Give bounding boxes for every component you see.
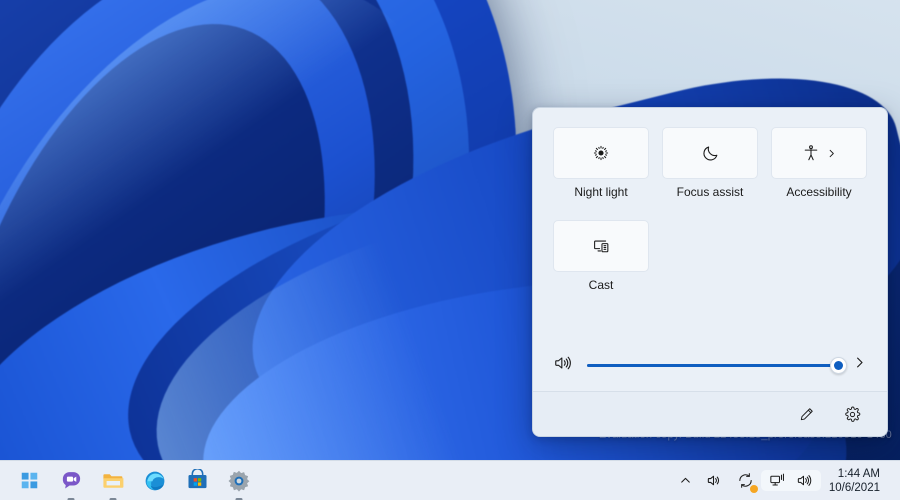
volume-slider[interactable]: [587, 356, 847, 374]
file-explorer-button[interactable]: [100, 468, 126, 500]
accessibility-tile[interactable]: [771, 127, 867, 179]
taskbar-clock[interactable]: 1:44 AM 10/6/2021: [821, 467, 890, 495]
settings-button[interactable]: [226, 468, 252, 500]
gear-icon[interactable]: [839, 401, 865, 427]
volume-row: [533, 339, 887, 391]
tile-cell-cast: Cast: [553, 220, 649, 293]
hidden-volume-icon[interactable]: [699, 466, 730, 496]
focus-assist-label: Focus assist: [676, 185, 744, 199]
taskbar-app-area: [10, 468, 252, 500]
taskbar: 1:44 AM 10/6/2021: [0, 460, 900, 500]
tile-cell-accessibility: Accessibility: [771, 127, 867, 200]
tile-cell-night-light: Night light: [553, 127, 649, 200]
cast-label: Cast: [588, 278, 614, 292]
chevron-up-icon[interactable]: [672, 466, 699, 496]
pencil-icon[interactable]: [793, 401, 819, 427]
quick-settings-tiles-area: Night light Focus assist Accessibility C…: [533, 108, 887, 323]
accessibility-label: Accessibility: [786, 185, 852, 199]
volume-slider-thumb[interactable]: [829, 356, 847, 374]
volume-expand-chevron-right-icon[interactable]: [852, 355, 867, 375]
volume-slider-fill: [587, 363, 838, 367]
speaker-icon[interactable]: [553, 353, 573, 378]
moon-icon: [701, 144, 720, 163]
cast-tile[interactable]: [553, 220, 649, 272]
clock-date: 10/6/2021: [828, 481, 880, 494]
chevron-right-icon: [826, 148, 837, 159]
volume-tray-icon: [792, 472, 817, 489]
accessibility-icon: [802, 144, 820, 162]
night-light-icon: [592, 144, 610, 162]
quick-settings-footer: [533, 392, 887, 436]
quick-settings-tray-button[interactable]: [760, 470, 821, 491]
chat-button[interactable]: [58, 468, 84, 500]
microsoft-store-button[interactable]: [184, 468, 210, 494]
start-button[interactable]: [16, 468, 42, 494]
clock-time: 1:44 AM: [837, 467, 880, 480]
focus-assist-tile[interactable]: [662, 127, 758, 179]
tile-cell-focus-assist: Focus assist: [662, 127, 758, 200]
edge-button[interactable]: [142, 468, 168, 494]
quick-settings-panel[interactable]: Night light Focus assist Accessibility C…: [532, 107, 888, 437]
windows-update-sync-icon[interactable]: [730, 466, 761, 496]
night-light-label: Night light: [574, 185, 628, 199]
cast-icon: [592, 237, 611, 256]
monitor-network-icon: [765, 472, 790, 489]
night-light-tile[interactable]: [553, 127, 649, 179]
system-tray: 1:44 AM 10/6/2021: [672, 466, 900, 496]
update-badge-dot: [749, 484, 758, 493]
quick-settings-tile-grid: Night light Focus assist Accessibility C…: [553, 127, 867, 293]
